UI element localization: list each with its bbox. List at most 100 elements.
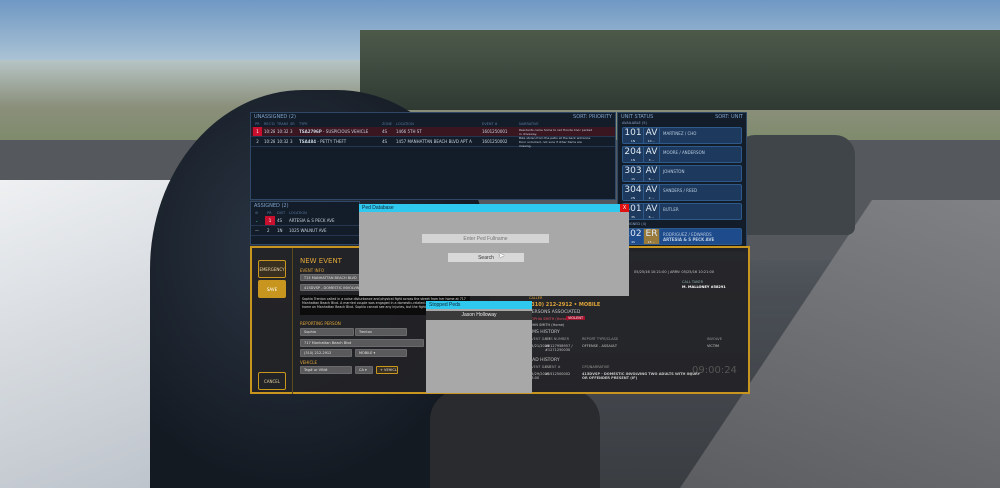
event-number: 1601250002 — [482, 139, 508, 144]
type-code: TSA2796P — [299, 129, 322, 134]
event-row[interactable]: 2 10:28 10:32 3 TSA484 - PETTY THEFT 4S … — [251, 136, 615, 148]
car-seat — [430, 390, 600, 488]
recd-time: 10:28 — [264, 129, 275, 134]
rms-history-label: RMS HISTORY — [529, 330, 560, 335]
event-number: 1601250001 — [482, 129, 508, 134]
unit-status: AV 6 ... — [643, 166, 659, 181]
phone-field[interactable]: (310) 212-2912 — [300, 349, 352, 357]
unit-card[interactable]: 401 3S AV 6 ... BUTLER — [622, 203, 742, 220]
stopped-peds-title: Stopped Peds — [426, 301, 532, 309]
parked-car — [735, 135, 855, 235]
first-name-field[interactable]: Sophia — [300, 328, 354, 336]
unit-card[interactable]: 303 1S AV 6 ... JOHNSTON — [622, 165, 742, 182]
assigned-title: ASSIGNED (2) — [254, 203, 289, 209]
trans-time: 10:32 — [277, 129, 288, 134]
persons-associated-label: PERSONS ASSOCIATED — [529, 310, 581, 315]
overpass — [360, 30, 1000, 110]
state-select[interactable]: CA ▾ — [355, 366, 373, 374]
col-sr: SR — [290, 122, 295, 126]
violent-badge: VIOLENT — [566, 316, 586, 320]
cancel-button[interactable]: CANCEL — [258, 372, 286, 390]
col-type: TYPE — [299, 122, 308, 126]
unit-officers: BUTLER — [659, 204, 741, 219]
col-dist: DIST — [277, 211, 286, 215]
rp-address-field[interactable]: 717 Manhattan Beach Blvd — [300, 339, 424, 347]
type-desc: PETTY THEFT — [320, 139, 347, 144]
type-field[interactable]: 415DVSP - DOMESTIC INVOLVING TWO — [300, 284, 360, 291]
mouse-cursor-icon: ➤ — [498, 251, 505, 260]
unit-status-title: UNIT STATUS — [621, 114, 654, 120]
cad-col: CFS/NARRATIVE — [582, 365, 610, 369]
type-code: TSA484 — [299, 139, 317, 144]
zone: 4S — [382, 129, 388, 134]
stopped-peds-window: Stopped Peds Jason Holloway — [426, 301, 532, 393]
col-pr: PR — [267, 211, 272, 215]
rms-involve: VICTIM — [707, 344, 720, 348]
dist: 4S — [277, 218, 283, 223]
location: ARTESIA & S PECK AVE — [289, 218, 335, 223]
dist: 1N — [277, 228, 283, 233]
priority-badge: 2 — [267, 228, 270, 233]
assigned-units-label: ASSIGNED (4) — [622, 222, 647, 226]
col-location: LOCATION — [396, 122, 414, 126]
assigned-row[interactable]: ⌄ 1 4S ARTESIA & S PECK AVE — [251, 216, 359, 226]
search-button[interactable]: Search — [448, 253, 524, 262]
person-2[interactable]: JOHN SMITH (Home) — [529, 323, 564, 327]
zone: 4S — [382, 139, 388, 144]
plate-field[interactable]: Tag# or VIN# — [300, 366, 352, 374]
unit-officers: SANDERS / REED — [659, 185, 741, 200]
unit-card[interactable]: 204 1N AV 3 ... MOORE / ANDERSON — [622, 146, 742, 163]
unassigned-panel: UNASSIGNED (2) SORT: PRIORITY PR REC'D TR… — [250, 112, 616, 200]
caller-phone: (310) 212-2912 • MOBILE — [529, 302, 601, 308]
reporting-person-label: REPORTING PERSON — [300, 321, 341, 326]
unit-status: AV 6 ... — [643, 204, 659, 219]
cad-event[interactable]: #1512500002 — [545, 372, 570, 376]
address-field[interactable]: T15 MANHATTAN BEACH BLVD — [300, 274, 360, 281]
add-vehicle-button[interactable]: + VEHICLE — [376, 366, 398, 374]
last-name-field[interactable]: Trenton — [355, 328, 407, 336]
col-pr: PR — [255, 122, 260, 126]
unit-number: 204 1N — [624, 147, 642, 162]
collapse-icon[interactable]: — — [253, 228, 265, 233]
unit-status: AV 10 ... — [643, 128, 659, 143]
location: 1457 MANHATTAN BEACH BLVD APT A — [396, 139, 472, 144]
trans-time: 10:32 — [277, 139, 288, 144]
person-1[interactable]: SOPHIA SMITH (Home) — [529, 317, 568, 321]
col-event: EVENT # — [482, 122, 498, 126]
cad-history-label: CAD HISTORY — [529, 358, 560, 363]
col-recd: REC'D — [264, 122, 275, 126]
unit-number: 101 1N — [624, 128, 642, 143]
assigned-row[interactable]: —2 1N 1025 WALNUT AVE — [251, 226, 359, 236]
unassigned-title: UNASSIGNED (2) — [254, 114, 296, 120]
close-button[interactable]: X — [620, 204, 629, 212]
unit-card[interactable]: 304 2N AV 2 ... SANDERS / REED — [622, 184, 742, 201]
priority-badge: 1 — [265, 216, 275, 225]
unit-officers: MOORE / ANDERSON — [659, 147, 741, 162]
sort-priority-button[interactable]: SORT: PRIORITY — [573, 114, 612, 120]
call-taker-label: CALL TAKER — [682, 280, 704, 284]
stopped-ped-item[interactable]: Jason Holloway — [426, 311, 532, 320]
event-times: 05/25/16 10:21:00 | ARRV: 05/25/16 10:21… — [634, 270, 714, 274]
rms-col: RMS NUMBER — [545, 337, 570, 341]
ped-fullname-input[interactable] — [422, 234, 549, 243]
event-info-label: EVENT INFO — [300, 268, 325, 273]
sr: 3 — [290, 129, 293, 134]
rms-number[interactable]: #6127958957 / #1271250030 — [545, 344, 575, 352]
ped-database-title: Ped Database — [359, 204, 629, 212]
state-value: CA — [359, 368, 364, 372]
unit-status-panel: UNIT STATUS SORT: UNIT AVAILABLE (5) 101 1… — [617, 112, 747, 252]
unit-officers: JOHNSTON — [659, 166, 741, 181]
unit-card[interactable]: 101 1N AV 10 ... MARTINEZ / CHO — [622, 127, 742, 144]
phone-type-select[interactable]: MOBILE ▾ — [355, 349, 407, 357]
unit-officers: MARTINEZ / CHO — [659, 128, 741, 143]
unit-card[interactable]: 102 4S ER 15 ... RODRIGUEZ / EDWARDS ARTESIA … — [622, 228, 742, 245]
type-desc: SUSPICIOUS VEHICLE — [325, 129, 369, 134]
sort-unit-button[interactable]: SORT: UNIT — [715, 114, 743, 120]
save-button[interactable]: SAVE — [258, 280, 286, 298]
available-label: AVAILABLE (5) — [622, 121, 647, 125]
emergency-button[interactable]: EMERGENCY — [258, 260, 286, 278]
cad-col: EVENT # — [545, 365, 561, 369]
col-location: LOCATION — [289, 211, 307, 215]
recd-time: 10:28 — [264, 139, 275, 144]
chevron-down-icon[interactable]: ⌄ — [253, 218, 265, 223]
